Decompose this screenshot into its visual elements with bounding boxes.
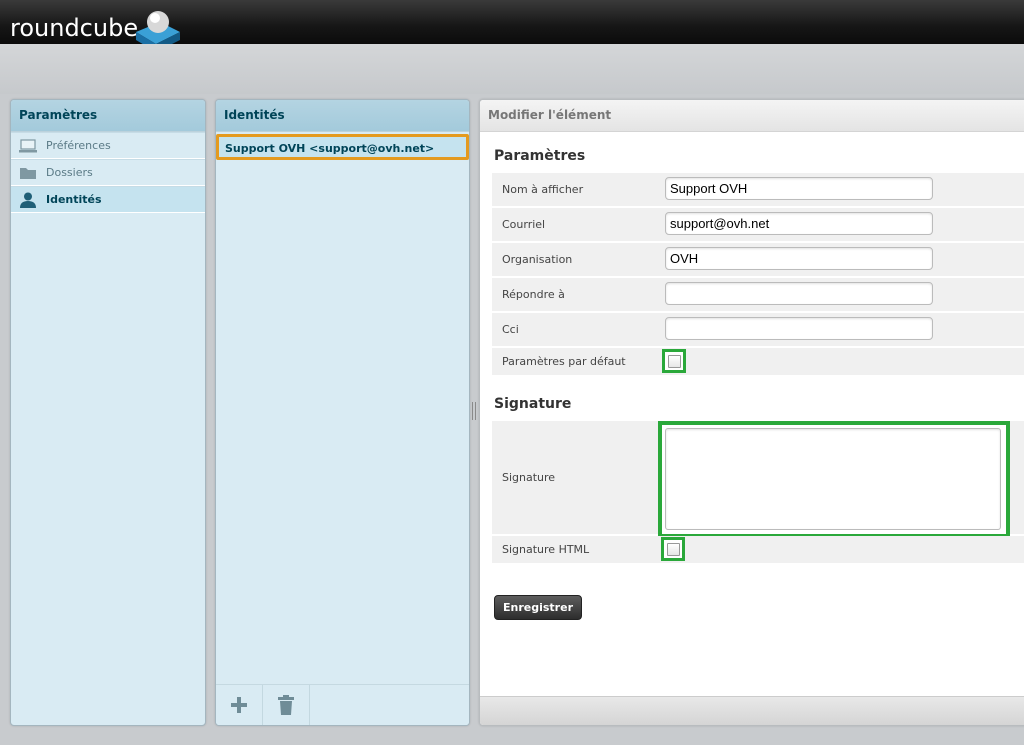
html-signature-checkbox[interactable]: [667, 543, 680, 556]
section-title-parametres: Paramètres: [494, 148, 586, 164]
display-name-label: Nom à afficher: [502, 183, 584, 196]
form-row-default: Paramètres par défaut: [492, 348, 1024, 376]
panel-splitter[interactable]: [472, 402, 476, 420]
folder-icon: [20, 168, 36, 179]
form-row-bcc: Cci: [492, 313, 1024, 347]
display-name-input[interactable]: [665, 177, 933, 200]
logo-text: roundcube: [10, 14, 139, 42]
person-icon: [20, 192, 36, 208]
default-label: Paramètres par défaut: [502, 355, 626, 368]
plus-icon: [231, 697, 247, 713]
identities-panel-title: Identités: [216, 100, 469, 132]
delete-identity-button[interactable]: [263, 685, 310, 725]
nav-item-preferences[interactable]: Préférences: [11, 132, 205, 159]
identities-footer: [216, 684, 469, 725]
reply-to-input[interactable]: [665, 282, 933, 305]
nav-item-folders[interactable]: Dossiers: [11, 159, 205, 186]
organization-input[interactable]: [665, 247, 933, 270]
identity-list-item[interactable]: Support OVH <support@ovh.net>: [216, 134, 469, 160]
nav-item-label: Préférences: [46, 139, 111, 152]
email-input[interactable]: [665, 212, 933, 235]
signature-textarea[interactable]: [665, 428, 1001, 530]
form-row-display-name: Nom à afficher: [492, 173, 1024, 207]
form-row-organization: Organisation: [492, 243, 1024, 277]
edit-panel-title: Modifier l'élément: [480, 100, 1024, 132]
computer-icon: [19, 139, 37, 153]
email-label: Courriel: [502, 218, 546, 231]
default-checkbox-highlight: [662, 349, 686, 373]
settings-panel: Paramètres Préférences Dossiers Identité…: [10, 99, 206, 726]
bcc-input[interactable]: [665, 317, 933, 340]
reply-to-label: Répondre à: [502, 288, 565, 301]
form-row-email: Courriel: [492, 208, 1024, 242]
save-button[interactable]: Enregistrer: [494, 595, 582, 620]
add-identity-button[interactable]: [216, 685, 263, 725]
html-signature-label: Signature HTML: [502, 543, 590, 556]
edit-panel-footer: [480, 696, 1024, 725]
html-signature-checkbox-highlight: [661, 537, 685, 561]
top-bar: roundcube: [0, 0, 1024, 52]
default-checkbox[interactable]: [668, 355, 681, 368]
identities-panel: Identités Support OVH <support@ovh.net>: [215, 99, 470, 726]
section-title-signature: Signature: [494, 396, 572, 412]
form-row-signature: Signature: [492, 421, 1024, 538]
form-row-reply-to: Répondre à: [492, 278, 1024, 312]
signature-label: Signature: [502, 471, 556, 484]
bcc-label: Cci: [502, 323, 519, 336]
form-row-html-signature: Signature HTML: [492, 536, 1024, 564]
edit-identity-panel: Modifier l'élément Paramètres Nom à affi…: [479, 99, 1024, 726]
nav-item-label: Identités: [46, 193, 102, 206]
trash-icon: [278, 695, 294, 715]
signature-highlight: [658, 421, 1010, 538]
nav-item-label: Dossiers: [46, 166, 93, 179]
nav-item-identities[interactable]: Identités: [11, 186, 205, 213]
toolbar-area: [0, 44, 1024, 94]
organization-label: Organisation: [502, 253, 573, 266]
settings-panel-title: Paramètres: [11, 100, 205, 132]
